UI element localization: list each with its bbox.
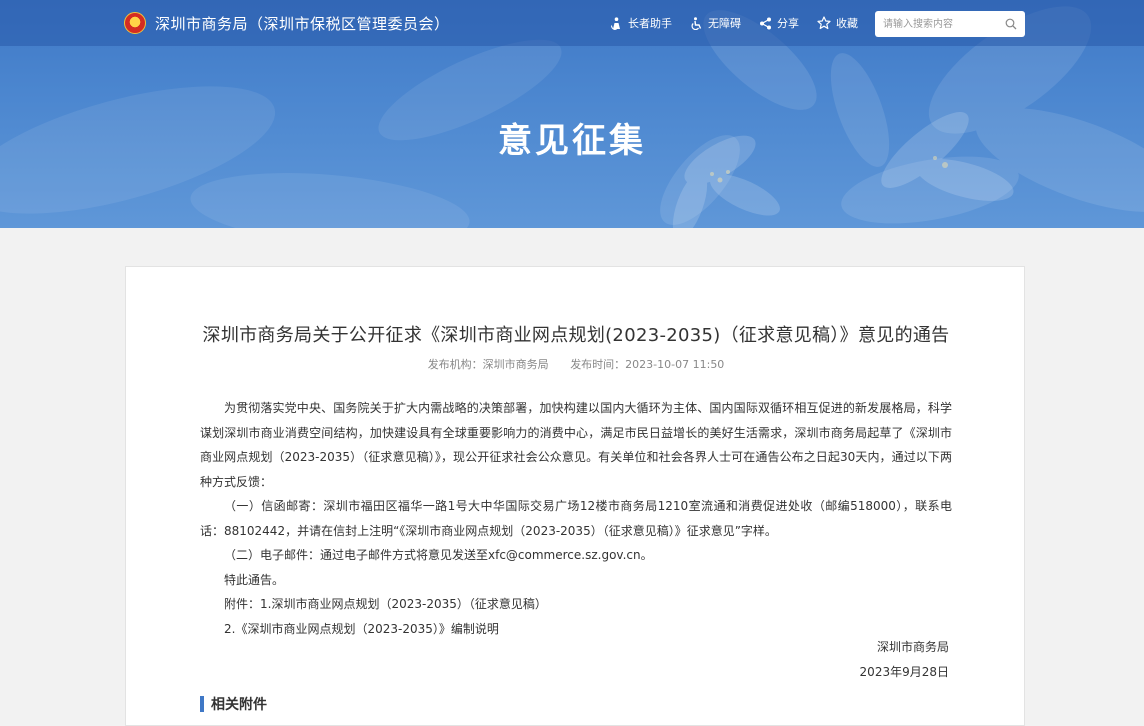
- share-button[interactable]: 分享: [759, 15, 799, 31]
- related-attachments-title: 相关附件: [211, 697, 267, 713]
- accessibility-icon: [691, 16, 702, 30]
- page-title: 意见征集: [498, 121, 646, 161]
- search-box: [875, 11, 1025, 37]
- attachment-link-1[interactable]: 附件：1.深圳市商业网点规划（2023-2035）（征求意见稿）: [200, 592, 952, 617]
- share-label: 分享: [777, 17, 799, 30]
- star-icon: [817, 16, 831, 30]
- article-signature: 深圳市商务局 2023年9月28日: [860, 635, 949, 684]
- share-icon: [760, 17, 771, 29]
- publisher: 发布机构：深圳市商务局: [427, 358, 549, 371]
- toolbar: 长者助手 无障碍 分享 收藏: [610, 0, 876, 46]
- accessibility-button[interactable]: 无障碍: [690, 15, 741, 31]
- search-input[interactable]: [881, 17, 999, 31]
- page-banner: 深圳市商务局（深圳市保税区管理委员会） 长者助手 无障碍 分享 收藏 请输入搜索…: [0, 0, 1144, 228]
- site-name: 深圳市商务局（深圳市保税区管理委员会）: [155, 14, 450, 33]
- heading-accent-bar: [200, 696, 204, 712]
- signature-date: 2023年9月28日: [859, 664, 949, 679]
- article-title: 深圳市商务局关于公开征求《深圳市商业网点规划(2023-2035)（征求意见稿）…: [202, 325, 950, 346]
- attachment-link-2[interactable]: 2.《深圳市商业网点规划（2023-2035）》编制说明: [200, 617, 952, 642]
- elder-assistant-button[interactable]: 长者助手: [610, 15, 672, 31]
- publish-time: 发布时间：2023-10-07 11:50: [570, 358, 725, 371]
- elder-icon: [611, 16, 620, 30]
- elder-assistant-label: 长者助手: [628, 17, 672, 30]
- site-brand[interactable]: 深圳市商务局（深圳市保税区管理委员会）: [124, 11, 450, 35]
- article-body: 为贯彻落实党中央、国务院关于扩大内需战略的决策部署，加快构建以国内大循环为主体、…: [200, 396, 952, 641]
- favorite-label: 收藏: [836, 17, 858, 30]
- related-attachments-heading: 相关附件: [200, 694, 267, 714]
- body-paragraph-intro: 为贯彻落实党中央、国务院关于扩大内需战略的决策部署，加快构建以国内大循环为主体、…: [200, 401, 952, 489]
- favorite-button[interactable]: 收藏: [817, 15, 858, 31]
- article-card: 深圳市商务局关于公开征求《深圳市商业网点规划(2023-2035)（征求意见稿）…: [125, 266, 1025, 726]
- search-icon[interactable]: [1003, 16, 1019, 32]
- national-emblem-icon: [124, 12, 146, 34]
- body-paragraph-mail: （一）信函邮寄：深圳市福田区福华一路1号大中华国际交易广场12楼市商务局1210…: [200, 499, 952, 538]
- body-paragraph-email: （二）电子邮件：通过电子邮件方式将意见发送至xfc@commerce.sz.go…: [224, 548, 653, 562]
- accessibility-label: 无障碍: [708, 17, 741, 30]
- article-meta: 发布机构：深圳市商务局 发布时间：2023-10-07 11:50: [126, 356, 1026, 372]
- body-paragraph-closing: 特此通告。: [224, 572, 285, 587]
- top-navigation-bar: 深圳市商务局（深圳市保税区管理委员会） 长者助手 无障碍 分享 收藏 请输入搜索…: [0, 0, 1144, 46]
- signature-org: 深圳市商务局: [876, 640, 949, 654]
